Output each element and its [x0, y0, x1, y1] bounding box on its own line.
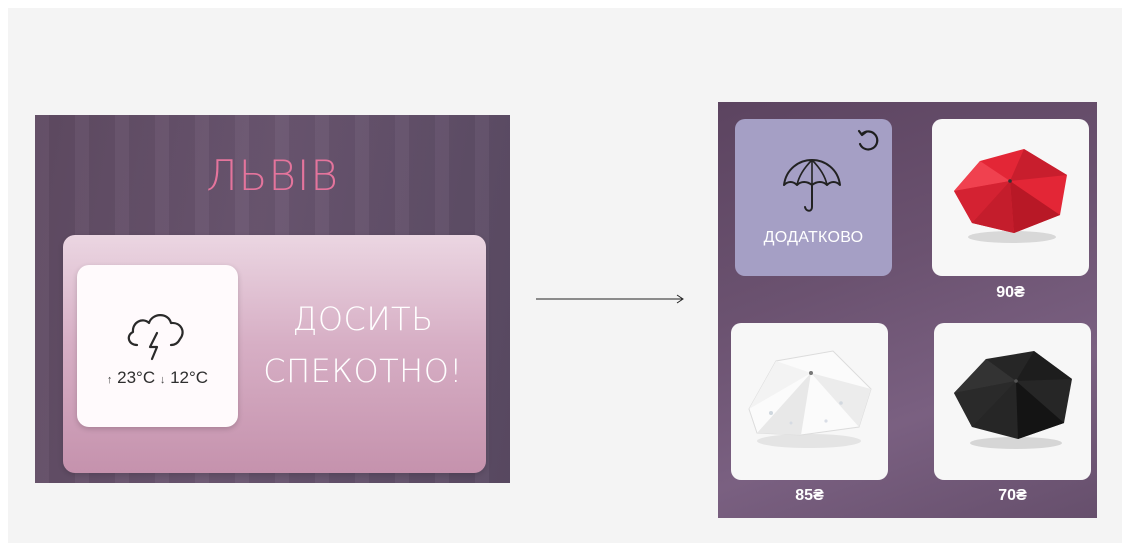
black-umbrella-image [954, 351, 1072, 449]
thunderstorm-icon [127, 314, 184, 361]
weather-card[interactable]: ↑ 23°C ↓ 12°C ДОСИТЬ СПЕКОТНО! [63, 235, 486, 473]
refresh-icon[interactable] [854, 127, 882, 155]
weather-icon-tile: ↑ 23°C ↓ 12°C [77, 265, 238, 427]
arrow-down-icon: ↓ [159, 374, 166, 386]
product-tile-black[interactable] [934, 323, 1091, 480]
arrow-up-icon: ↑ [106, 374, 113, 386]
product-tile-red[interactable] [932, 119, 1089, 276]
arrow-right-icon [536, 294, 684, 304]
extra-tile[interactable]: ДОДАТКОВО [735, 119, 892, 276]
weather-message-line2: СПЕКОТНО! [263, 352, 463, 390]
umbrella-shop-panel: ДОДАТКОВО 90₴ 85₴ 70₴ [718, 102, 1097, 518]
price-white: 85₴ [795, 487, 824, 504]
extra-tile-label: ДОДАТКОВО [763, 229, 864, 246]
umbrella-icon [783, 159, 841, 212]
price-black: 70₴ [998, 487, 1027, 504]
white-umbrella-image [748, 350, 872, 448]
weather-panel: ЛЬВІВ ↑ 23°C ↓ 12°C ДОСИТЬ СПЕКОТНО! [35, 115, 510, 483]
canvas: ЛЬВІВ ↑ 23°C ↓ 12°C ДОСИТЬ СПЕКОТНО! ДОД… [8, 8, 1122, 543]
city-title: ЛЬВІВ [206, 151, 339, 200]
red-umbrella-image [954, 149, 1067, 243]
price-red: 90₴ [996, 284, 1025, 301]
temperature-range: ↑ 23°C ↓ 12°C [77, 368, 238, 388]
product-tile-white[interactable] [731, 323, 888, 480]
temp-high: 23°C [117, 368, 156, 387]
weather-message-line1: ДОСИТЬ [292, 300, 434, 338]
weather-message: ДОСИТЬ СПЕКОТНО! [253, 293, 473, 397]
temp-low: 12°C [170, 368, 209, 387]
